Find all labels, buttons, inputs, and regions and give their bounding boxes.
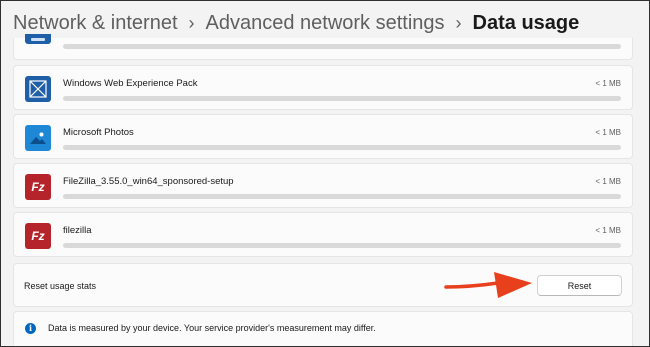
app-name: filezilla: [63, 225, 92, 236]
page-title: Data usage: [472, 11, 580, 34]
usage-bar: [63, 44, 621, 49]
app-data-size: < 1 MB: [595, 128, 621, 137]
breadcrumb: Network & internet › Advanced network se…: [13, 8, 579, 38]
app-name: FileZilla_3.55.0_win64_sponsored-setup: [63, 176, 234, 187]
breadcrumb-advanced-network-settings[interactable]: Advanced network settings: [206, 12, 445, 35]
filezilla-glyph: Fz: [31, 180, 45, 194]
breadcrumb-separator: ›: [455, 12, 462, 33]
info-icon: i: [25, 323, 36, 334]
usage-bar: [63, 145, 621, 150]
web-experience-pack-icon: [25, 76, 51, 102]
filezilla-icon: Fz: [25, 223, 51, 249]
usage-bar: [63, 194, 621, 199]
photos-icon: [25, 125, 51, 151]
info-bar: i Data is measured by your device. Your …: [13, 311, 633, 347]
generic-app-icon: [25, 34, 51, 44]
info-text: Data is measured by your device. Your se…: [48, 323, 376, 333]
usage-bar: [63, 96, 621, 101]
filezilla-glyph: Fz: [31, 229, 45, 243]
breadcrumb-network-internet[interactable]: Network & internet: [13, 12, 178, 35]
annotation-arrow-icon: [444, 272, 532, 298]
usage-bar: [63, 243, 621, 248]
reset-usage-row: Reset usage stats Reset: [13, 263, 633, 307]
app-usage-row: [13, 34, 633, 60]
app-name: Microsoft Photos: [63, 127, 134, 138]
breadcrumb-separator: ›: [188, 12, 195, 33]
app-data-size: < 1 MB: [595, 226, 621, 235]
app-usage-row: Microsoft Photos < 1 MB: [13, 114, 633, 159]
app-data-size: < 1 MB: [595, 177, 621, 186]
app-data-size: < 1 MB: [595, 79, 621, 88]
filezilla-icon: Fz: [25, 174, 51, 200]
reset-button[interactable]: Reset: [537, 275, 622, 296]
app-name: Windows Web Experience Pack: [63, 78, 198, 89]
reset-usage-label: Reset usage stats: [24, 281, 97, 291]
app-usage-row: Fz filezilla < 1 MB: [13, 212, 633, 257]
app-usage-row: Fz FileZilla_3.55.0_win64_sponsored-setu…: [13, 163, 633, 208]
app-usage-row: Windows Web Experience Pack < 1 MB: [13, 65, 633, 110]
